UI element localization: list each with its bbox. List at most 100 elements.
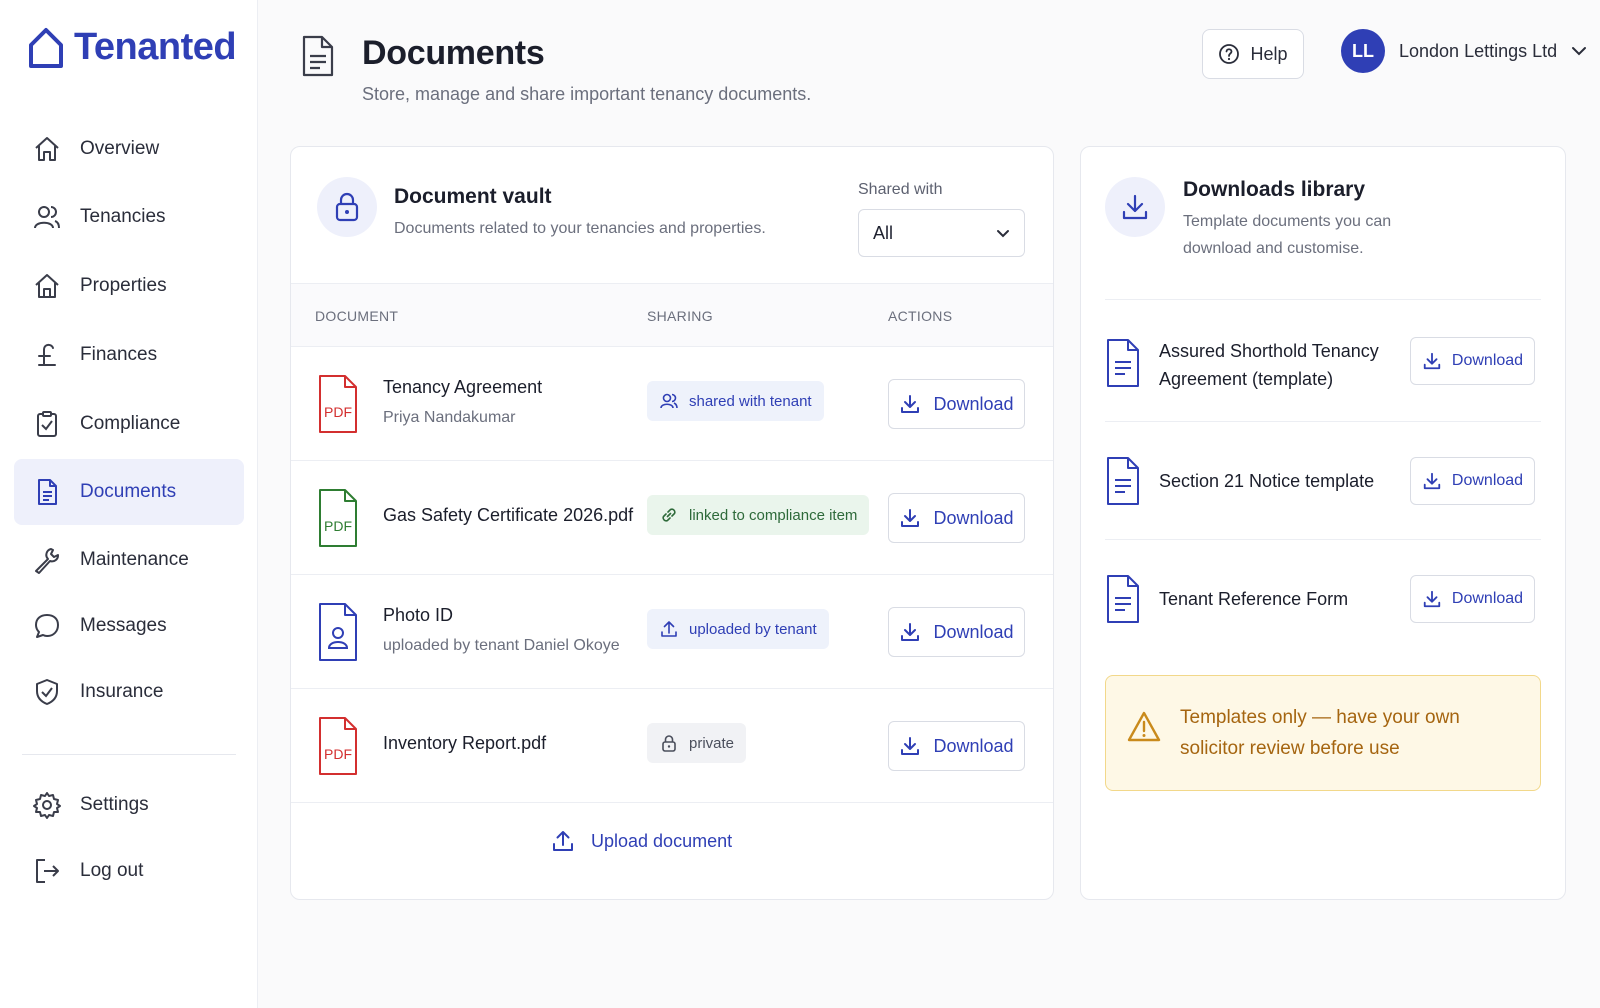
document-name: Gas Safety Certificate 2026.pdf — [383, 505, 634, 525]
download-icon — [1122, 194, 1148, 220]
sharing-label: private — [689, 734, 735, 752]
download-icon — [901, 509, 920, 527]
download-button[interactable]: Download — [888, 493, 1025, 543]
column-header-document: DOCUMENT — [315, 308, 399, 324]
chevron-down-icon — [997, 229, 1009, 237]
downloads-library-card: Downloads library Template documents you… — [1080, 146, 1566, 900]
sidebar-item-compliance[interactable]: Compliance — [14, 391, 244, 457]
download-icon — [901, 737, 920, 755]
sharing-badge: private — [647, 723, 747, 763]
file-type-label: PDF — [324, 518, 352, 534]
app-logo[interactable]: Tenanted — [28, 26, 237, 69]
sidebar-item-tenancies[interactable]: Tenancies — [14, 184, 244, 250]
document-name: Inventory Report.pdf — [383, 733, 547, 753]
sidebar-item-messages[interactable]: Messages — [14, 593, 244, 659]
sidebar-item-label: Log out — [80, 860, 144, 881]
sidebar-item-overview[interactable]: Overview — [14, 116, 244, 182]
warning-line: Templates only — have your own — [1180, 707, 1460, 728]
pound-icon — [38, 343, 56, 366]
download-button[interactable]: Download — [1410, 457, 1535, 505]
vault-subtitle: Documents related to your tenancies and … — [394, 220, 766, 237]
sidebar-item-properties[interactable]: Properties — [14, 253, 244, 319]
sidebar-item-maintenance[interactable]: Maintenance — [14, 527, 244, 593]
sidebar-item-label: Finances — [80, 344, 158, 365]
document-icon — [1107, 575, 1139, 623]
user-name: London Lettings Ltd — [1399, 40, 1558, 61]
file-type-label: PDF — [324, 404, 352, 420]
library-icon-badge — [1105, 177, 1165, 237]
table-row: Photo ID uploaded by tenant Daniel Okoye… — [291, 575, 1053, 689]
gear-icon — [33, 792, 61, 819]
sidebar-item-logout[interactable]: Log out — [14, 838, 244, 904]
table-row: PDF Tenancy Agreement Priya Nandakumar s… — [291, 347, 1053, 461]
library-subtitle-line: Template documents you can — [1183, 213, 1392, 230]
document-vault-card: Document vault Documents related to your… — [290, 146, 1054, 900]
download-button[interactable]: Download — [1410, 337, 1535, 385]
chat-bubble-icon — [35, 614, 59, 638]
sidebar-item-label: Tenancies — [80, 206, 166, 227]
sidebar-item-settings[interactable]: Settings — [14, 772, 244, 838]
sidebar-item-finances[interactable]: Finances — [14, 322, 244, 388]
library-title: Downloads library — [1183, 178, 1366, 201]
pdf-file-icon: PDF — [319, 375, 357, 433]
download-label: Download — [933, 621, 1014, 642]
table-header: DOCUMENT SHARING ACTIONS — [291, 283, 1053, 347]
document-icon — [38, 479, 57, 505]
home-icon — [35, 137, 59, 161]
sharing-badge: shared with tenant — [647, 381, 824, 421]
download-icon — [901, 395, 920, 413]
template-name: Tenant Reference Form — [1159, 585, 1389, 613]
house-logo-icon — [29, 27, 63, 68]
download-label: Download — [933, 393, 1014, 414]
template-name: Assured Shorthold Tenancy Agreement (tem… — [1159, 337, 1389, 393]
lock-icon — [662, 735, 676, 752]
template-name-line: Section 21 Notice template — [1159, 471, 1375, 491]
document-icon — [302, 35, 334, 77]
library-subtitle-line: download and customise. — [1183, 240, 1364, 257]
file-type-label: PDF — [324, 746, 352, 762]
pdf-file-icon: PDF — [319, 489, 357, 547]
sidebar-item-documents[interactable]: Documents — [14, 459, 244, 525]
download-button[interactable]: Download — [1410, 575, 1535, 623]
sidebar-item-label: Properties — [80, 275, 167, 296]
shared-with-select[interactable]: All — [858, 209, 1025, 257]
user-icon — [660, 393, 678, 409]
warning-line: solicitor review before use — [1180, 738, 1400, 759]
shared-with-label: Shared with — [858, 181, 943, 198]
template-name-line: Tenant Reference Form — [1159, 589, 1349, 609]
warning-triangle-icon — [1127, 711, 1161, 742]
clipboard-check-icon — [37, 411, 57, 437]
template-name-line: Assured Shorthold Tenancy — [1159, 341, 1379, 361]
document-owner: Priya Nandakumar — [383, 409, 516, 426]
download-button[interactable]: Download — [888, 607, 1025, 657]
users-icon — [34, 206, 60, 229]
app-name: Tenanted — [74, 26, 237, 68]
id-card-file-icon — [319, 603, 357, 661]
download-label: Download — [933, 507, 1014, 528]
vault-icon-badge — [317, 177, 377, 237]
upload-document-button[interactable]: Upload document — [551, 829, 732, 853]
logout-icon — [36, 859, 59, 883]
download-button[interactable]: Download — [888, 379, 1025, 429]
help-button[interactable]: Help — [1202, 29, 1304, 79]
sidebar-item-label: Maintenance — [80, 549, 189, 570]
link-icon — [662, 508, 676, 522]
sidebar-item-label: Documents — [80, 481, 177, 502]
shared-with-value: All — [873, 222, 894, 243]
sidebar-item-label: Settings — [80, 794, 149, 815]
sidebar-item-label: Compliance — [80, 413, 181, 434]
sharing-label: linked to compliance item — [689, 506, 858, 524]
user-menu[interactable]: LL London Lettings Ltd — [1341, 29, 1587, 73]
download-button[interactable]: Download — [888, 721, 1025, 771]
table-row: PDF Inventory Report.pdf private Downloa… — [291, 689, 1053, 803]
table-row: PDF Gas Safety Certificate 2026.pdf link… — [291, 461, 1053, 575]
download-label: Download — [1451, 472, 1524, 489]
download-icon — [1423, 472, 1441, 490]
page-title: Documents — [362, 34, 545, 72]
sharing-badge: uploaded by tenant — [647, 609, 829, 649]
download-label: Download — [1451, 590, 1524, 607]
column-header-sharing: SHARING — [647, 308, 713, 324]
sidebar-item-insurance[interactable]: Insurance — [14, 659, 244, 725]
sidebar-item-label: Messages — [80, 615, 167, 636]
sidebar-divider — [22, 754, 236, 755]
